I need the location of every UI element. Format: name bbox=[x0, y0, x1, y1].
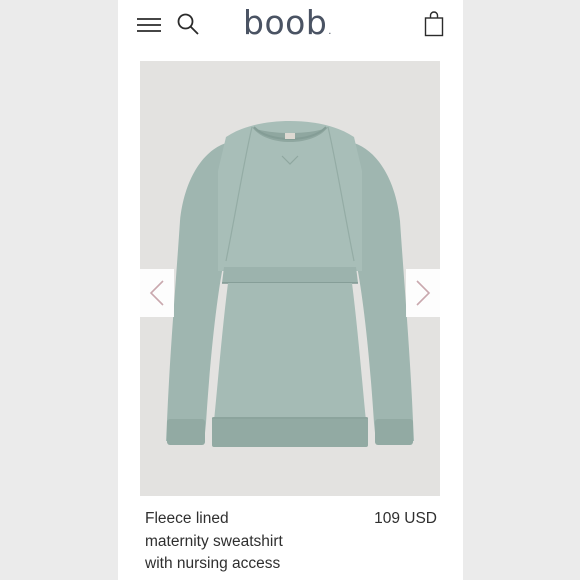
shopping-bag-icon bbox=[424, 11, 444, 37]
search-icon bbox=[177, 13, 199, 35]
product-image bbox=[140, 61, 440, 496]
chevron-left-icon bbox=[149, 280, 164, 306]
product-info: Fleece lined maternity sweatshirt with n… bbox=[145, 508, 437, 580]
product-title[interactable]: Fleece lined maternity sweatshirt with n… bbox=[145, 508, 325, 576]
chevron-right-icon bbox=[416, 280, 431, 306]
next-image-button[interactable] bbox=[406, 269, 440, 317]
product-title-line: maternity sweatshirt bbox=[145, 532, 283, 550]
product-image-gallery[interactable] bbox=[140, 61, 440, 496]
previous-image-button[interactable] bbox=[140, 269, 174, 317]
product-price: 109 USD bbox=[374, 510, 437, 527]
product-title-line: with nursing access bbox=[145, 555, 281, 572]
menu-button[interactable] bbox=[136, 14, 162, 36]
search-button[interactable] bbox=[176, 12, 200, 36]
hamburger-menu-icon bbox=[137, 18, 161, 32]
site-header: boob. bbox=[118, 0, 463, 50]
logo-dot: . bbox=[328, 26, 332, 37]
cart-button[interactable] bbox=[424, 11, 444, 37]
logo-text: boob bbox=[243, 3, 328, 42]
product-page: boob. Fleece lined maternity sweatshirt … bbox=[118, 0, 463, 580]
brand-logo[interactable]: boob. bbox=[243, 1, 343, 45]
product-title-line: Fleece lined bbox=[145, 510, 229, 527]
